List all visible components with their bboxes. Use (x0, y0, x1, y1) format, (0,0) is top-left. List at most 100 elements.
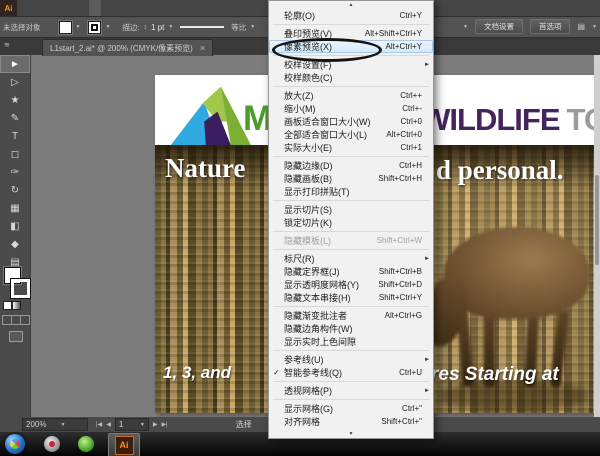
menu-item-proof-setup[interactable]: 校样设置(F) ► (269, 58, 433, 71)
stroke-weight-caret-icon[interactable]: ▼ (168, 24, 173, 30)
rotate-tool[interactable]: ↻ (0, 181, 30, 199)
direct-selection-tool[interactable]: ▷ (0, 73, 30, 91)
rectangle-tool[interactable]: ◻ (0, 145, 30, 163)
stroke-caret-icon[interactable]: ▼ (105, 24, 110, 30)
gradient-tool[interactable]: ◧ (0, 217, 30, 235)
taskbar-app-icon-2[interactable] (78, 436, 94, 452)
view-menu-dropdown: ▲ 轮廓(O) Ctrl+Y 叠印预览(V) Alt+Shift+Ctrl+Y (268, 0, 434, 439)
stroke-profile-value[interactable]: 等比 (231, 22, 246, 33)
menu-item-hide-edges[interactable]: 隐藏边缘(D) Ctrl+H (269, 159, 433, 172)
color-button[interactable] (3, 301, 12, 310)
tool-glyph: ↻ (10, 184, 20, 196)
menu-item-fit-artboard[interactable]: 画板适合窗口大小(W) Ctrl+0 (269, 115, 433, 128)
menu-item-fit-all[interactable]: 全部适合窗口大小(L) Alt+Ctrl+0 (269, 128, 433, 141)
menu-item-rulers[interactable]: 标尺(R) ► (269, 252, 433, 265)
last-artboard-button[interactable]: ▶| (161, 421, 167, 428)
menu-item-show-slices[interactable]: 显示切片(S) (269, 203, 433, 216)
taskbar-illustrator-button[interactable]: Ai (108, 433, 140, 456)
mesh-tool[interactable]: ▦ (0, 199, 30, 217)
type-tool[interactable]: T (0, 127, 30, 145)
tool-glyph: ▦ (10, 202, 20, 214)
menu-item-show-live-paint-gaps[interactable]: 显示实时上色间隙 (269, 335, 433, 348)
tool-glyph: ◻ (10, 148, 20, 160)
selection-tool[interactable]: ► (0, 55, 30, 73)
taskbar-app-icon-1[interactable] (44, 436, 60, 452)
artboard-caret-icon: ▼ (139, 421, 145, 428)
tool-glyph: ▤ (10, 256, 20, 268)
tool-glyph: ★ (10, 94, 20, 106)
menu-item-zoom-out[interactable]: 缩小(M) Ctrl+- (269, 102, 433, 115)
prev-artboard-button[interactable]: ◀ (106, 421, 111, 428)
next-artboard-button[interactable]: ▶ (153, 421, 158, 428)
menu-item-hide-artboards[interactable]: 隐藏画板(B) Shift+Ctrl+H (269, 172, 433, 185)
illustrator-icon: Ai (114, 435, 134, 455)
menu-item-hide-text-threads[interactable]: 隐藏文本串接(H) Shift+Ctrl+Y (269, 291, 433, 304)
stroke-stepper-icon[interactable]: ↕ (144, 24, 148, 31)
dock-collapse-icon[interactable]: ≋ (4, 41, 10, 49)
menu-item-smart-guides[interactable]: ✓ 智能参考线(Q) Ctrl+U (269, 366, 433, 379)
menu-item-zoom-in[interactable]: 放大(Z) Ctrl++ (269, 89, 433, 102)
tool-glyph: ► (10, 58, 20, 70)
menu-view[interactable] (89, 0, 101, 16)
vertical-scrollbar[interactable] (594, 55, 600, 417)
paintbrush-tool[interactable]: ✑ (0, 163, 30, 181)
workspace-switcher-icon[interactable]: ▤ (577, 22, 585, 31)
menu-item-show-transparency-grid[interactable]: 显示透明度网格(Y) Shift+Ctrl+D (269, 278, 433, 291)
first-artboard-button[interactable]: |◀ (96, 421, 102, 428)
menu-type[interactable] (53, 0, 65, 16)
brand-initial: M (243, 99, 272, 138)
menu-item-pixel-preview[interactable]: 像素预览(X) Alt+Ctrl+Y (269, 40, 433, 53)
menu-item-guides[interactable]: 参考线(U) ► (269, 353, 433, 366)
menu-scroll-down-icon[interactable]: ▼ (269, 430, 433, 438)
stroke-weight-value[interactable]: 1 pt (151, 23, 164, 32)
tool-glyph: ✑ (10, 166, 20, 178)
submenu-arrow-icon: ► (424, 255, 430, 262)
menu-item-hide-gradient-annotator[interactable]: 隐藏渐变批注者 Alt+Ctrl+G (269, 309, 433, 322)
screen-mode-button[interactable] (9, 331, 23, 342)
fill-caret-icon[interactable]: ▼ (76, 24, 81, 30)
zoom-level-select[interactable]: 200% ▼ (22, 418, 88, 431)
draw-inside-mode-button[interactable] (20, 315, 30, 325)
check-icon: ✓ (273, 368, 280, 377)
menu-item-outline[interactable]: 轮廓(O) Ctrl+Y (269, 9, 433, 22)
menu-object[interactable] (41, 0, 53, 16)
preferences-button[interactable]: 首选项 (529, 19, 571, 34)
menu-item-perspective-grid[interactable]: 透视网格(P) ► (269, 384, 433, 397)
menu-item-hide-bounding-box[interactable]: 隐藏定界框(J) Shift+Ctrl+B (269, 265, 433, 278)
menu-item-proof-colors[interactable]: 校样颜色(C) (269, 71, 433, 84)
document-tab[interactable]: L1start_2.ai* @ 200% (CMYK/像素预览) × (42, 39, 214, 56)
submenu-arrow-icon: ► (424, 356, 430, 363)
menu-scroll-up-icon[interactable]: ▲ (269, 1, 433, 9)
menu-effect[interactable] (77, 0, 89, 16)
menu-item-show-print-tiling[interactable]: 显示打印拼贴(T) (269, 185, 433, 198)
gradient-button[interactable] (12, 301, 21, 310)
menu-item-snap-to-grid[interactable]: 对齐网格 Shift+Ctrl+" (269, 415, 433, 428)
menu-item-show-grid[interactable]: 显示网格(G) Ctrl+" (269, 402, 433, 415)
magic-wand-tool[interactable]: ★ (0, 91, 30, 109)
menu-edit[interactable] (29, 0, 41, 16)
artboard-number-select[interactable]: 1 ▼ (114, 418, 149, 431)
menu-item-overprint-preview[interactable]: 叠印预览(V) Alt+Shift+Ctrl+Y (269, 27, 433, 40)
fill-color-swatch[interactable] (58, 20, 72, 34)
menu-item-lock-slices[interactable]: 锁定切片(K) (269, 216, 433, 229)
scrollbar-thumb[interactable] (595, 175, 599, 265)
start-button[interactable] (5, 434, 25, 454)
style-caret-icon[interactable]: ▼ (463, 24, 468, 30)
menu-item-hide-corner-widget[interactable]: 隐藏边角构件(W) (269, 322, 433, 335)
stroke-profile-caret-icon[interactable]: ▼ (250, 24, 255, 30)
workspace-caret-icon[interactable]: ▼ (592, 24, 597, 30)
eyedropper-tool[interactable]: ◆ (0, 235, 30, 253)
pen-tool[interactable]: ✎ (0, 109, 30, 127)
menu-item-actual-size[interactable]: 实际大小(E) Ctrl+1 (269, 141, 433, 154)
stroke-color-swatch[interactable] (88, 20, 102, 34)
stroke-swatch[interactable] (10, 278, 31, 299)
menu-select[interactable] (65, 0, 77, 16)
submenu-arrow-icon: ► (424, 387, 430, 394)
document-tab-title: L1start_2.ai* @ 200% (CMYK/像素预览) (50, 43, 193, 53)
tab-close-icon[interactable]: × (200, 44, 205, 53)
tools-panel: ► ▷ ★ ✎ T ◻ ✑ ↻ ▦ ◧ ◆ ▤ (0, 55, 31, 417)
zoom-level-value: 200% (26, 420, 47, 429)
menu-item-hide-template[interactable]: 隐藏模板(L) Shift+Ctrl+W (269, 234, 433, 247)
menu-file[interactable] (17, 0, 29, 16)
document-setup-button[interactable]: 文档设置 (474, 19, 523, 34)
